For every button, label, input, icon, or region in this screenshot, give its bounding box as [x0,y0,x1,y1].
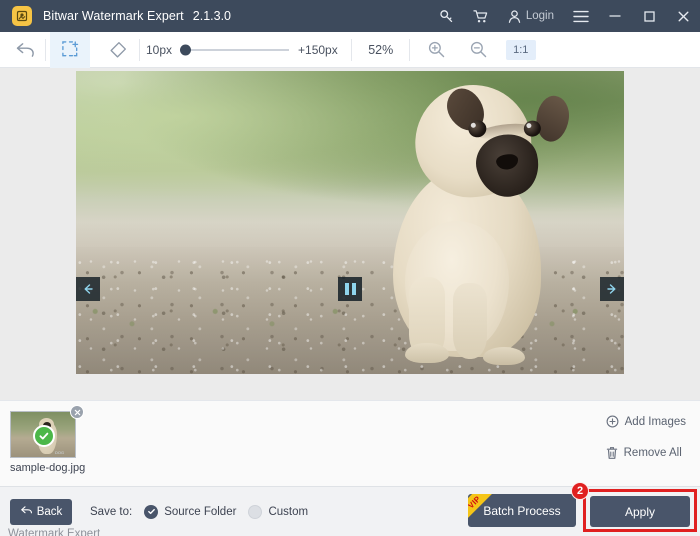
app-window: Bitwar Watermark Expert 2.1.3.0 Login 10… [0,0,700,536]
add-images-button[interactable]: Add Images [606,415,686,428]
undo-arrow-icon[interactable] [4,32,46,68]
slider-thumb[interactable] [180,44,192,55]
thumbnail-filename: sample-dog.jpg [10,462,86,474]
arrow-right-icon[interactable] [600,277,624,301]
canvas-area: DOG 1 White watermark, please check here [0,68,700,457]
apply-button[interactable]: Apply [590,496,690,527]
strip-actions: Add Images Remove All [606,415,686,460]
trash-icon [606,446,618,460]
brush-size-slider-group: 10px +150px [146,32,352,68]
thumbnail-image[interactable]: DOG [10,411,76,458]
app-version: 2.1.3.0 [192,9,231,23]
photo-subject-pug [371,71,576,374]
app-logo-icon [12,6,32,26]
zoom-out-icon[interactable] [458,32,500,68]
minimize-icon[interactable] [598,0,632,32]
key-icon[interactable] [430,0,464,32]
app-title: Bitwar Watermark Expert [43,9,184,23]
zoom-in-icon[interactable] [416,32,458,68]
add-images-label: Add Images [624,415,686,428]
login-button[interactable]: Login [526,10,554,22]
thumbnail-watermark: DOG [55,450,65,455]
cutoff-text: Watermark Expert [8,528,101,536]
radio-custom-unselected[interactable] [248,504,263,519]
thumbnail-strip: DOG sample-dog.jpg Add Images Remove All [0,400,700,486]
plus-circle-icon [606,415,619,428]
slider-min-label: 10px [146,42,173,57]
pause-icon[interactable] [338,277,362,301]
source-folder-label: Source Folder [164,505,237,518]
toolbar: 10px +150px 52% 1:1 [0,31,700,68]
maximize-icon[interactable] [632,0,666,32]
batch-process-label: Batch Process [483,503,561,518]
back-arrow-icon [20,505,33,519]
hamburger-menu-icon[interactable] [564,0,598,32]
check-icon [33,425,55,447]
apply-button-highlight: Apply [583,489,697,532]
thumbnail-item[interactable]: DOG sample-dog.jpg [10,405,90,474]
remove-all-label: Remove All [623,447,682,459]
back-label: Back [36,505,63,518]
selection-add-icon[interactable] [50,31,90,68]
slider-max-label: +150px [298,42,338,57]
back-button[interactable]: Back [10,498,72,525]
close-circle-icon[interactable] [70,405,84,419]
custom-label: Custom [268,505,309,518]
batch-process-button[interactable]: VIP Batch Process [468,494,576,527]
save-to-label: Save to: [90,505,133,518]
zoom-percent-label[interactable]: 52% [352,32,410,68]
annotation-badge-2: 2 [571,482,589,500]
cart-icon[interactable] [464,0,498,32]
radio-option-source-folder[interactable]: Source Folder [144,504,237,519]
arrow-left-icon[interactable] [76,277,100,301]
ratio-1-1-button[interactable]: 1:1 [505,39,536,60]
brush-size-slider[interactable] [180,44,290,55]
radio-source-folder-selected[interactable] [144,504,159,519]
preview-image[interactable] [76,71,624,374]
remove-all-button[interactable]: Remove All [606,446,682,460]
close-icon[interactable] [666,0,700,32]
radio-option-custom[interactable]: Custom [248,504,309,519]
eraser-icon[interactable] [96,32,140,68]
title-bar: Bitwar Watermark Expert 2.1.3.0 Login [0,0,700,32]
